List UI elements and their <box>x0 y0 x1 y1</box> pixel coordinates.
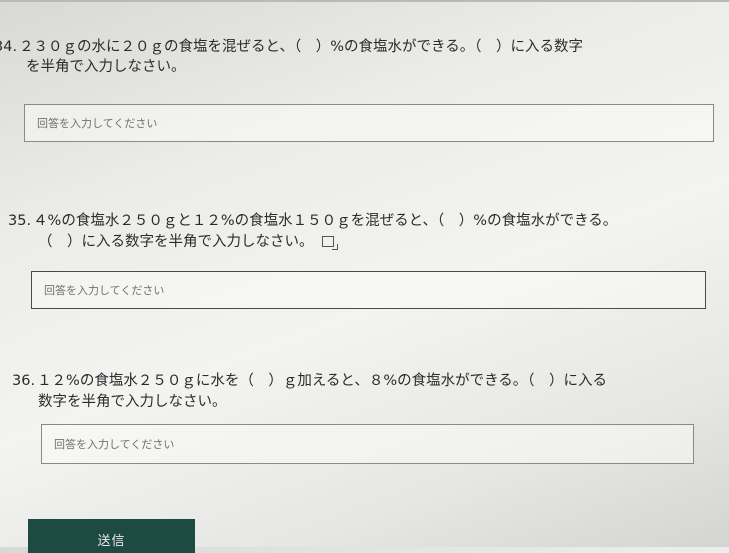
submit-button[interactable]: 送信 <box>28 519 195 553</box>
answer-input-34[interactable] <box>25 105 713 141</box>
question-35-text: 35. ４%の食塩水２５０ｇと１２%の食塩水１５０ｇを混ぜると、（ ）%の食塩水が… <box>8 212 617 231</box>
answer-box-34[interactable] <box>24 104 714 142</box>
question-line-1: １２%の食塩水２５０ｇに水を（ ）ｇ加えると、８%の食塩水ができる。（ ）に入る <box>37 373 608 389</box>
question-34-text-line2: を半角で入力しなさい。 <box>26 58 186 77</box>
question-line-2: を半角で入力しなさい。 <box>26 59 186 75</box>
question-36-text: 36. １２%の食塩水２５０ｇに水を（ ）ｇ加えると、８%の食塩水ができる。（ ）… <box>12 372 607 391</box>
question-36-text-line2: 数字を半角で入力しなさい。 <box>38 393 227 412</box>
question-line-1: ２３０ｇの水に２０ｇの食塩を混ぜると、（ ）%の食塩水ができる。（ ）に入る数字 <box>19 39 583 55</box>
answer-input-35[interactable] <box>32 272 705 308</box>
question-34-text: 34.２３０ｇの水に２０ｇの食塩を混ぜると、（ ）%の食塩水ができる。（ ）に入… <box>0 38 583 57</box>
answer-box-36[interactable] <box>41 424 694 464</box>
question-35-text-line2: （ ）に入る数字を半角で入力しなさい。 <box>38 233 338 252</box>
screen-share-icon <box>321 236 338 250</box>
question-line-1: ４%の食塩水２５０ｇと１２%の食塩水１５０ｇを混ぜると、（ ）%の食塩水ができる… <box>33 213 618 229</box>
answer-input-36[interactable] <box>42 425 693 463</box>
top-divider <box>0 0 729 2</box>
question-number: 34. <box>0 39 18 55</box>
question-number: 36. <box>12 373 36 389</box>
question-number: 35. <box>8 213 32 229</box>
question-line-2: （ ）に入る数字を半角で入力しなさい。 <box>38 234 314 250</box>
question-line-2: 数字を半角で入力しなさい。 <box>38 394 227 410</box>
answer-box-35[interactable] <box>31 271 706 309</box>
